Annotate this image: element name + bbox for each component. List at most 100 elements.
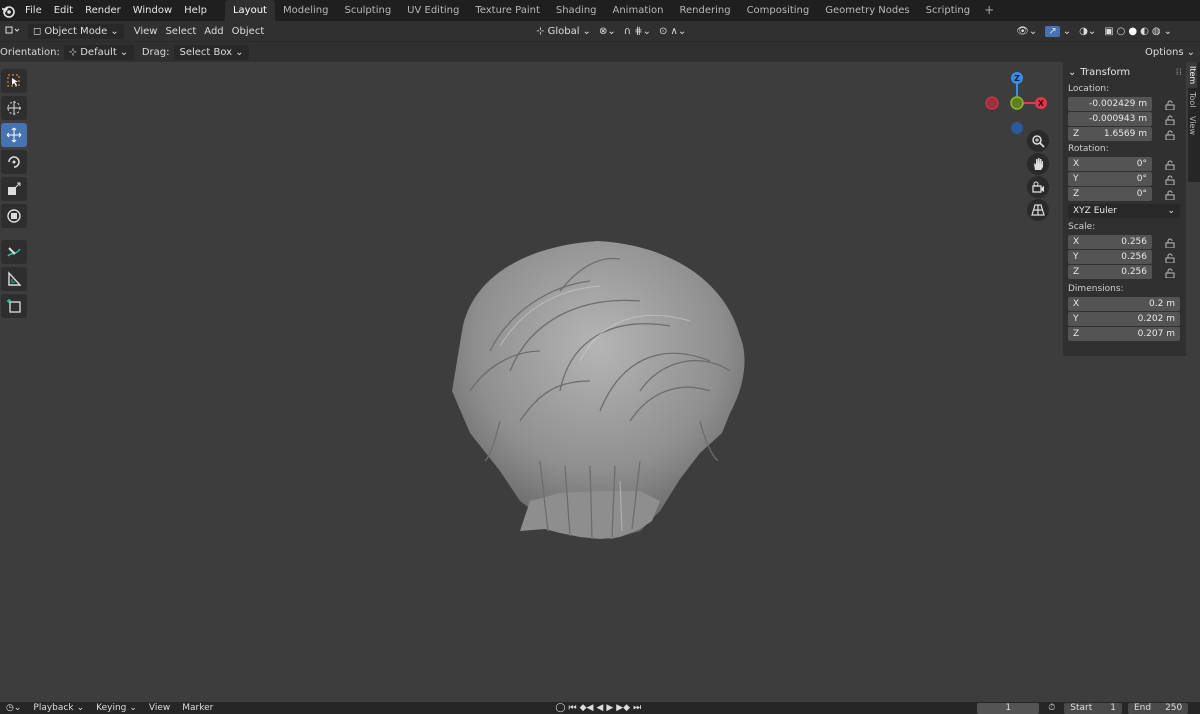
- lock-icon[interactable]: [1164, 252, 1176, 264]
- dimensions-z-field[interactable]: Z 0.207 m: [1068, 327, 1180, 341]
- lock-icon[interactable]: [1164, 129, 1176, 141]
- object-menu[interactable]: Object: [228, 26, 269, 37]
- rotation-x-field[interactable]: X 0°: [1068, 157, 1152, 171]
- keying-menu[interactable]: Keying ⌄: [90, 703, 143, 713]
- timeline-view-menu[interactable]: View: [143, 703, 176, 713]
- tab-animation[interactable]: Animation: [605, 0, 672, 21]
- cursor-tool[interactable]: [1, 96, 27, 120]
- tab-geometry-nodes[interactable]: Geometry Nodes: [817, 0, 917, 21]
- add-cube-tool[interactable]: [1, 294, 27, 318]
- lock-icon[interactable]: [1164, 174, 1176, 186]
- jump-end-icon[interactable]: ⏭: [633, 703, 641, 713]
- proportional-edit-button[interactable]: ⊙ ∧⌄: [655, 26, 690, 37]
- shading-buttons[interactable]: ▣ ○ ● ◐ ◍ ⌄: [1100, 26, 1176, 37]
- annotate-tool[interactable]: [1, 240, 27, 264]
- menu-help[interactable]: Help: [178, 0, 213, 21]
- 3d-viewport[interactable]: Z X: [0, 61, 1200, 702]
- zoom-view-button[interactable]: [1027, 130, 1049, 152]
- lock-icon[interactable]: [1164, 99, 1176, 111]
- visibility-button[interactable]: 👁⌄: [1012, 26, 1041, 37]
- menu-render[interactable]: Render: [79, 0, 127, 21]
- measure-tool[interactable]: [1, 267, 27, 291]
- lock-icon[interactable]: [1164, 159, 1176, 171]
- lock-icon[interactable]: [1164, 114, 1176, 126]
- gizmo-y-icon[interactable]: [1010, 96, 1024, 110]
- tab-texture-paint[interactable]: Texture Paint: [467, 0, 548, 21]
- lock-icon[interactable]: [1164, 189, 1176, 201]
- scale-z-field[interactable]: Z 0.256: [1068, 265, 1152, 279]
- object-mode-dropdown[interactable]: ◻ Object Mode ⌄: [28, 23, 124, 39]
- scale-tool[interactable]: [1, 177, 27, 201]
- rotate-tool[interactable]: [1, 150, 27, 174]
- overlay-toggle-button[interactable]: ◑⌄: [1075, 26, 1100, 37]
- axis-label: X: [1073, 159, 1080, 169]
- sidebar-tab-item[interactable]: Item: [1188, 62, 1197, 89]
- record-icon[interactable]: ◯: [555, 703, 565, 713]
- transform-orientation-dropdown[interactable]: ⊹ Global ⌄: [532, 26, 595, 37]
- tab-compositing[interactable]: Compositing: [739, 0, 818, 21]
- drag-handle-icon[interactable]: ⁞⁞: [1176, 67, 1182, 78]
- tab-modeling[interactable]: Modeling: [275, 0, 337, 21]
- select-menu[interactable]: Select: [161, 26, 200, 37]
- menu-window[interactable]: Window: [127, 0, 178, 21]
- end-frame-field[interactable]: End 250: [1127, 702, 1189, 714]
- add-menu[interactable]: Add: [200, 26, 227, 37]
- tab-sculpting[interactable]: Sculpting: [336, 0, 399, 21]
- transform-panel-header[interactable]: ⌄ Transform ⁞⁞: [1063, 62, 1186, 82]
- dimensions-y-field[interactable]: Y 0.202 m: [1068, 312, 1180, 326]
- blender-logo-icon[interactable]: [0, 3, 16, 19]
- orientation-dropdown[interactable]: ⊹ Default ⌄: [63, 44, 134, 60]
- location-z-field[interactable]: Z 1.6569 m: [1068, 127, 1152, 141]
- location-x-field[interactable]: -0.002429 m: [1068, 97, 1152, 111]
- location-y-field[interactable]: -0.000943 m: [1068, 112, 1152, 126]
- gizmo-neg-z-icon[interactable]: [1011, 122, 1023, 134]
- jump-start-icon[interactable]: ⏮: [568, 703, 576, 713]
- add-workspace-icon[interactable]: +: [978, 0, 1000, 21]
- pivot-point-button[interactable]: ⊗⌄: [595, 26, 620, 37]
- lock-icon[interactable]: [1164, 267, 1176, 279]
- tab-uv-editing[interactable]: UV Editing: [399, 0, 467, 21]
- timeline-editor-icon[interactable]: ◷⌄: [0, 703, 27, 713]
- sidebar-tab-view[interactable]: View: [1188, 112, 1197, 139]
- sidebar-tab-tool[interactable]: Tool: [1188, 88, 1197, 112]
- options-dropdown[interactable]: Options ⌄: [1140, 44, 1200, 60]
- tab-scripting[interactable]: Scripting: [918, 0, 978, 21]
- rotation-mode-dropdown[interactable]: XYZ Euler ⌄: [1068, 204, 1180, 218]
- play-reverse-icon[interactable]: ◀: [596, 703, 603, 713]
- select-box-tool[interactable]: [1, 69, 27, 93]
- dimensions-y-value: 0.202 m: [1137, 314, 1175, 324]
- cursor-icon: [7, 101, 21, 115]
- next-key-icon[interactable]: ▶◆: [616, 703, 630, 713]
- view-menu[interactable]: View: [130, 26, 162, 37]
- dimensions-x-field[interactable]: X 0.2 m: [1068, 297, 1180, 311]
- tab-shading[interactable]: Shading: [548, 0, 605, 21]
- editor-type-button[interactable]: [0, 25, 24, 37]
- preview-range-icon[interactable]: ⏱: [1042, 703, 1061, 713]
- navigation-gizmo[interactable]: Z X: [984, 66, 1054, 136]
- gizmo-neg-x-icon[interactable]: [985, 96, 999, 110]
- camera-view-button[interactable]: [1027, 176, 1049, 198]
- prev-key-icon[interactable]: ◆◀: [580, 703, 594, 713]
- menu-edit[interactable]: Edit: [48, 0, 79, 21]
- tab-rendering[interactable]: Rendering: [671, 0, 738, 21]
- transform-tool[interactable]: [1, 204, 27, 228]
- playback-menu[interactable]: Playback ⌄: [27, 703, 90, 713]
- rotation-z-field[interactable]: Z 0°: [1068, 187, 1152, 201]
- perspective-toggle-button[interactable]: [1027, 199, 1049, 221]
- play-icon[interactable]: ▶: [606, 703, 613, 713]
- drag-dropdown[interactable]: Select Box ⌄: [174, 44, 249, 60]
- marker-menu[interactable]: Marker: [176, 703, 219, 713]
- pan-view-button[interactable]: [1027, 153, 1049, 175]
- gizmo-toggle-button[interactable]: ↗ ⌄: [1041, 25, 1075, 37]
- playback-controls[interactable]: ◯ ⏮ ◆◀ ◀ ▶ ▶◆ ⏭: [549, 703, 647, 713]
- move-tool[interactable]: [1, 123, 27, 147]
- scale-y-field[interactable]: Y 0.256: [1068, 250, 1152, 264]
- scale-x-field[interactable]: X 0.256: [1068, 235, 1152, 249]
- rotation-y-field[interactable]: Y 0°: [1068, 172, 1152, 186]
- lock-icon[interactable]: [1164, 237, 1176, 249]
- tab-layout[interactable]: Layout: [224, 0, 275, 21]
- start-frame-field[interactable]: Start 1: [1064, 702, 1122, 714]
- snap-button[interactable]: ∩ ⋕⌄: [620, 26, 655, 37]
- current-frame-field[interactable]: 1: [977, 702, 1040, 714]
- menu-file[interactable]: File: [19, 0, 48, 21]
